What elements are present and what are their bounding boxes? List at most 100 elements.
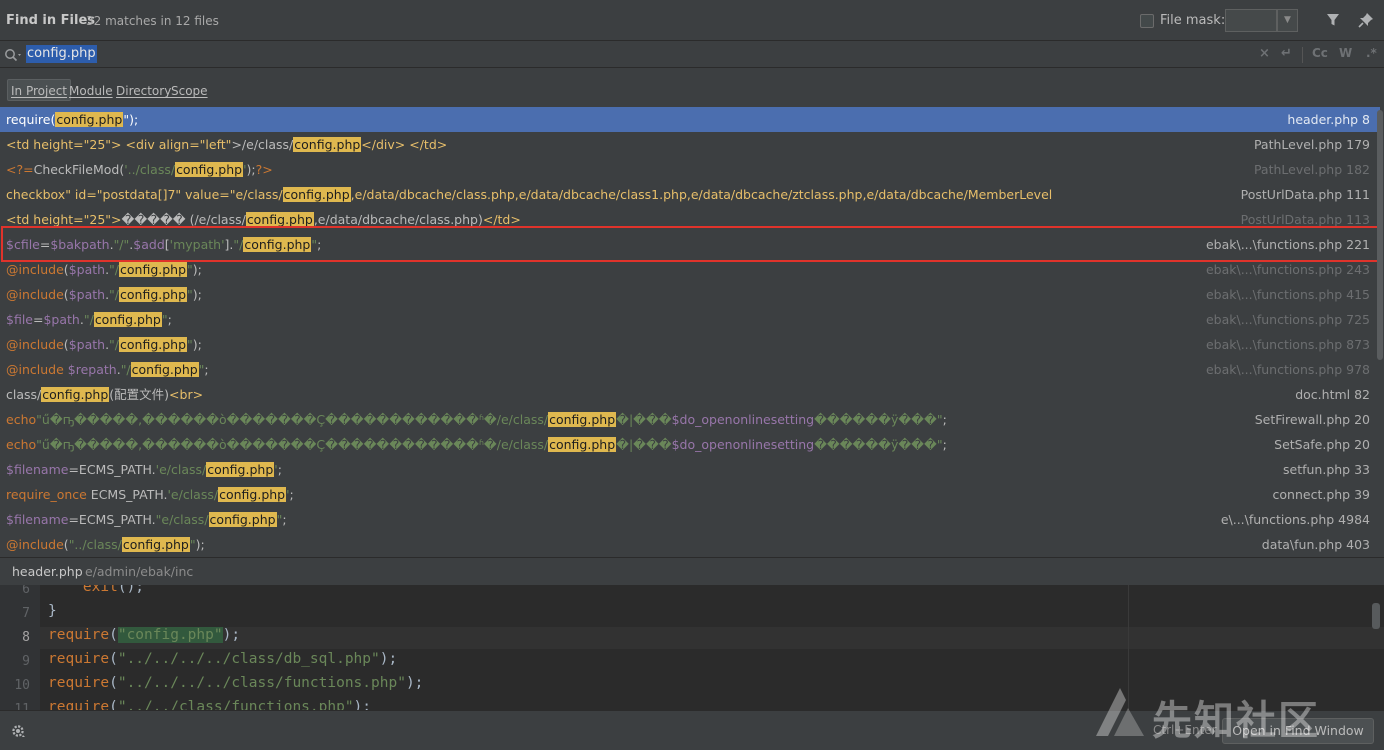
clear-icon[interactable]: ×: [1259, 46, 1270, 61]
match-highlight: config.php: [245, 212, 314, 227]
result-row[interactable]: @include($path."/config.php"); ebak\...\f…: [0, 332, 1380, 357]
code-token: $filename: [6, 462, 69, 477]
code-token: <?=: [6, 162, 34, 177]
code-token: "../../class/functions.php": [117, 699, 354, 710]
result-file-location: data\fun.php 403: [1261, 537, 1370, 552]
regex-icon[interactable]: .*: [1366, 46, 1377, 60]
code-token: $path: [68, 262, 106, 277]
code-token: ;: [204, 362, 209, 377]
tab-in-project[interactable]: In Project: [7, 79, 72, 101]
code-token: </div>: [361, 137, 406, 152]
code-token: "../../../../class/functions.php": [117, 675, 406, 691]
result-row[interactable]: @include($path."/config.php"); ebak\...\f…: [0, 282, 1380, 307]
results-scrollbar[interactable]: [1377, 110, 1383, 360]
result-row[interactable]: checkbox" id="postdata[]7" value="e/clas…: [0, 182, 1380, 207]
code-token: require: [48, 651, 110, 667]
code-token: ������ÿ���": [814, 437, 943, 452]
code-token: =ECMS_PATH.: [68, 512, 156, 527]
result-file-location: PostUrlData.php 113: [1240, 212, 1370, 227]
code-token: checkbox" id="postdata[]7" value="e/clas…: [6, 187, 283, 202]
code-token: =ECMS_PATH.: [68, 462, 156, 477]
result-row[interactable]: class/config.php(配置文件)<br> doc.html 82: [0, 382, 1380, 407]
line-number: 10: [14, 678, 30, 693]
code-token: @include: [6, 287, 64, 302]
result-row[interactable]: @include("../class/config.php"); data\fun…: [0, 532, 1380, 557]
code-token: (: [109, 675, 118, 691]
code-token: >: [111, 137, 126, 152]
code-token: "/: [120, 362, 131, 377]
line-number: 9: [22, 654, 30, 669]
code-line: require("../../../../class/db_sql.php");: [48, 651, 397, 667]
code-token: height="25": [33, 137, 112, 152]
file-mask-checkbox[interactable]: [1140, 14, 1154, 28]
tab-directory[interactable]: Directory: [116, 80, 171, 102]
editor-scrollbar[interactable]: [1372, 603, 1380, 629]
code-token: $do_openonlinesetting: [671, 437, 815, 452]
result-code: echo"ű�ҧ�����,������ò�������Ç�����������…: [6, 407, 1120, 432]
code-token: ?>: [255, 162, 273, 177]
result-row[interactable]: $filename=ECMS_PATH.'e/class/config.php'…: [0, 457, 1380, 482]
result-row[interactable]: <td height="25"> <div align="left">/e/cl…: [0, 132, 1380, 157]
code-token: $bakpath: [50, 237, 110, 252]
watermark-logo-icon: [1092, 686, 1150, 742]
search-input[interactable]: config.php: [26, 45, 97, 63]
match-highlight: config.php: [41, 387, 110, 402]
result-row[interactable]: require(config.php"); header.php 8: [0, 107, 1380, 132]
code-token: (: [109, 651, 118, 667]
code-token: ECMS_PATH.: [90, 487, 168, 502]
result-code: <td height="25">����� (/e/class/config.p…: [6, 207, 1120, 232]
result-code: $file=$path."/config.php";: [6, 307, 1120, 332]
code-token: ;: [289, 487, 294, 502]
scope-tabs: In Project Module Directory Scope: [0, 69, 1384, 107]
tab-scope[interactable]: Scope: [171, 80, 208, 102]
file-mask-input[interactable]: [1225, 9, 1277, 32]
result-file-location: PathLevel.php 182: [1253, 162, 1370, 177]
search-icon[interactable]: [4, 48, 24, 66]
gear-icon[interactable]: [10, 723, 26, 743]
code-token: require_once: [6, 487, 91, 502]
match-highlight: config.php: [282, 187, 351, 202]
result-code: @include($path."/config.php");: [6, 282, 1120, 307]
code-token: 'mypath': [169, 237, 225, 252]
code-token: $path: [68, 337, 106, 352]
result-row[interactable]: $filename=ECMS_PATH."e/class/config.php"…: [0, 507, 1380, 532]
code-token: "/": [113, 237, 130, 252]
pin-icon[interactable]: [1358, 12, 1374, 32]
code-token: $path: [43, 312, 80, 327]
match-highlight: config.php: [548, 412, 617, 427]
result-row[interactable]: echo"ű�ҧ�����,������ò�������Ç�����������…: [0, 407, 1380, 432]
result-row[interactable]: @include($path."/config.php"); ebak\...\f…: [0, 257, 1380, 282]
result-row[interactable]: $cfile=$bakpath."/".$add['mypath']."/con…: [0, 232, 1380, 257]
result-code: <?=CheckFileMod('../class/config.php');?…: [6, 157, 1120, 182]
result-row[interactable]: echo"ű�ҧ�����,������ò�������Ç�����������…: [0, 432, 1380, 457]
result-row[interactable]: require_once ECMS_PATH.'e/class/config.p…: [0, 482, 1380, 507]
result-row[interactable]: @include $repath."/config.php"; ebak\...\…: [0, 357, 1380, 382]
code-token: (: [109, 699, 118, 710]
result-file-location: ebak\...\functions.php 221: [1205, 237, 1370, 252]
code-token: =: [39, 237, 51, 252]
code-token: );: [405, 675, 424, 691]
code-token: );: [222, 627, 241, 643]
result-code: @include("../class/config.php");: [6, 532, 1120, 557]
code-token: );: [195, 537, 205, 552]
result-row[interactable]: <td height="25">����� (/e/class/config.p…: [0, 207, 1380, 232]
filter-icon[interactable]: [1326, 13, 1340, 31]
code-token: (配置文件): [109, 387, 170, 402]
code-token: $path: [68, 287, 106, 302]
match-case-icon[interactable]: Cc: [1312, 46, 1328, 60]
result-row[interactable]: $file=$path."/config.php"; ebak\...\funct…: [0, 307, 1380, 332]
result-file-location: e\...\functions.php 4984: [1220, 512, 1370, 527]
words-icon[interactable]: W: [1339, 46, 1352, 60]
code-token: ;: [317, 237, 322, 252]
result-row[interactable]: <?=CheckFileMod('../class/config.php');?…: [0, 157, 1380, 182]
code-line: exit();: [48, 585, 144, 595]
code-token: =: [33, 312, 44, 327]
code-token: );: [192, 287, 202, 302]
file-mask-dropdown-icon[interactable]: ▼: [1277, 9, 1298, 32]
new-line-icon[interactable]: ↵: [1281, 46, 1292, 61]
line-gutter: 6 7 8 9 10 11: [0, 585, 40, 710]
tab-module[interactable]: Module: [69, 80, 113, 102]
result-file-location: connect.php 39: [1272, 487, 1370, 502]
code-token: CheckFileMod(: [33, 162, 125, 177]
code-token: require: [48, 699, 110, 710]
